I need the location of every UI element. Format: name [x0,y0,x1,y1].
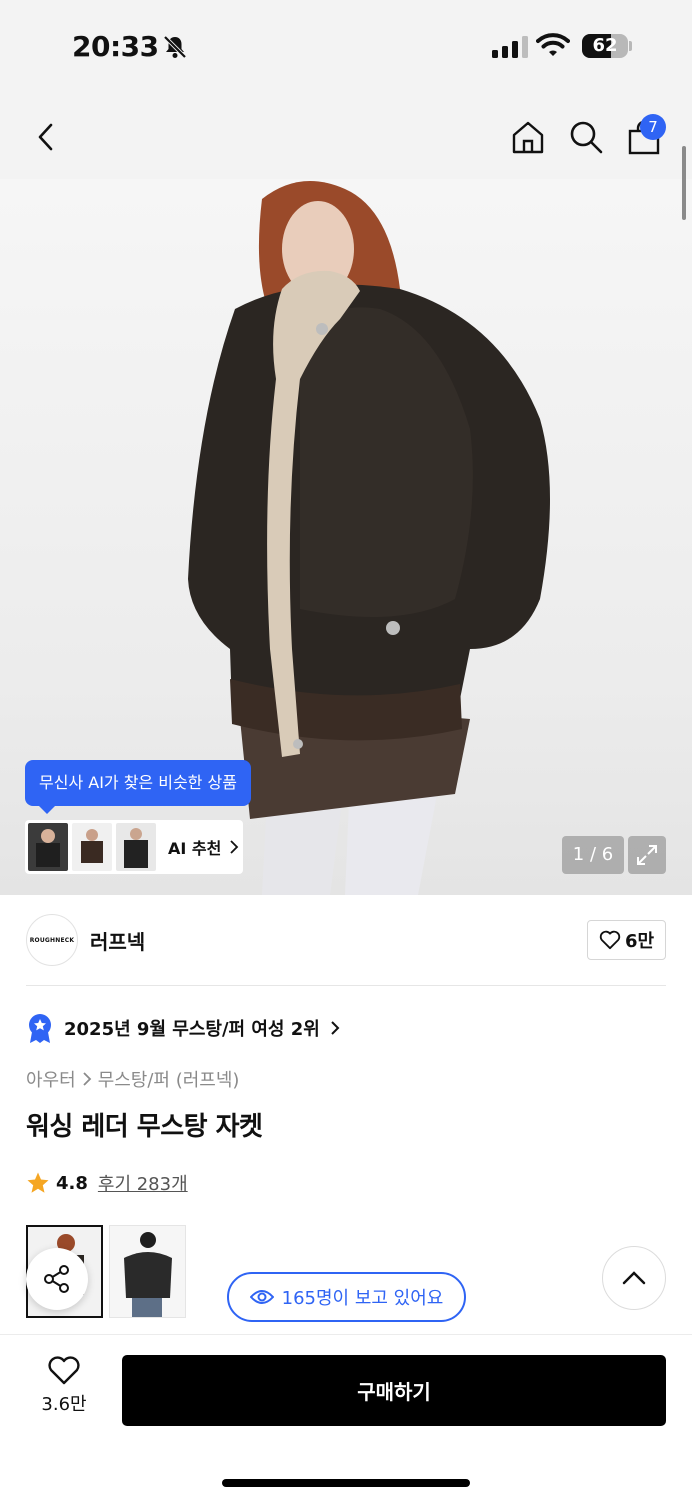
wishlist-count: 3.6만 [41,1394,87,1415]
expand-icon[interactable] [628,836,666,874]
divider [26,985,666,986]
heart-icon [48,1356,80,1385]
status-time: 20:33 [72,30,159,63]
ranking-text: 2025년 9월 무스탕/퍼 여성 2위 [64,1019,320,1040]
share-button[interactable] [26,1248,88,1310]
cart-count-badge: 7 [640,114,666,140]
breadcrumb: 아우터 무스탕/퍼 (러프넥) [26,1066,239,1092]
chevron-right-icon [83,1072,91,1086]
signal-icon [492,36,528,58]
ai-recommend-link[interactable]: AI 추천 [168,835,239,859]
status-bar: 20:33 62 [0,0,692,95]
battery-icon: 62 [582,34,628,58]
viewers-badge: 165명이 보고 있어요 [227,1272,466,1322]
scroll-top-button[interactable] [602,1246,666,1310]
ai-thumb-3[interactable] [116,823,156,871]
brand-like-count: 6만 [624,931,655,952]
battery-cap [629,41,632,51]
product-title: 워싱 레더 무스탕 자켓 [26,1112,263,1142]
rating-row: 4.8 후기 283개 [26,1170,188,1196]
ai-thumb-1[interactable] [28,823,68,871]
back-icon[interactable] [24,115,68,159]
battery-level: 62 [592,35,618,56]
brand-like-button[interactable]: 6만 [587,920,666,960]
ranking-link[interactable]: 2025년 9월 무스탕/퍼 여성 2위 [26,1012,340,1044]
scroll-indicator[interactable] [682,146,686,220]
star-icon [27,1172,49,1193]
chevron-right-icon [331,1021,340,1035]
wishlist-button[interactable]: 3.6만 [30,1356,98,1416]
review-count-link[interactable]: 후기 283개 [98,1170,188,1196]
brand-name[interactable]: 러프넥 [90,926,145,955]
buy-button[interactable]: 구매하기 [122,1355,666,1426]
home-icon[interactable] [506,115,550,159]
image-counter: 1 / 6 [562,836,624,874]
viewers-text: 165명이 보고 있어요 [281,1288,444,1309]
thumbnail-2[interactable] [109,1225,186,1318]
ai-similar-tooltip[interactable]: 무신사 AI가 찾은 비슷한 상품 [25,760,251,814]
eye-icon [249,1290,274,1304]
share-icon [44,1265,69,1293]
home-indicator[interactable] [222,1479,470,1487]
wifi-icon [536,32,570,62]
search-icon[interactable] [564,115,608,159]
heart-icon [599,930,621,950]
ai-recommend-strip[interactable]: AI 추천 [25,820,243,874]
chevron-right-icon [230,840,239,854]
breadcrumb-subcategory[interactable]: 무스탕/퍼 (러프넥) [98,1066,240,1092]
ai-recommend-label: AI 추천 [168,839,222,858]
rating-score: 4.8 [56,1172,88,1194]
top-nav [0,95,692,179]
ai-thumb-2[interactable] [72,823,112,871]
ranking-badge-icon [29,1014,51,1043]
chevron-up-icon [622,1271,646,1285]
bell-slash-icon [162,34,188,64]
brand-logo-text: ROUGHNECK [29,936,75,944]
breadcrumb-category[interactable]: 아우터 [26,1066,76,1092]
brand-logo[interactable]: ROUGHNECK [26,914,78,966]
